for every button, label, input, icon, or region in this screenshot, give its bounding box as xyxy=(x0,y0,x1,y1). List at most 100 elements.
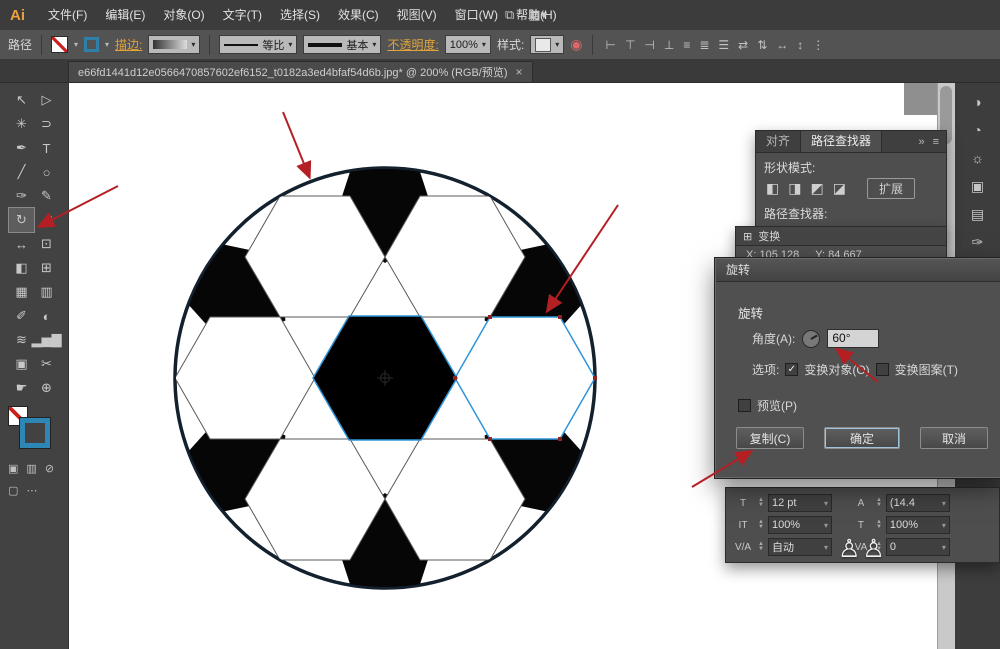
distribute-horizontal-icon[interactable]: ≡ xyxy=(683,38,690,52)
edit-menu[interactable]: 编辑(E) xyxy=(96,0,154,30)
align-center-icon[interactable]: ⊤ xyxy=(625,38,635,52)
style-dropdown[interactable]: ▾ xyxy=(530,35,564,54)
toolbar-more-icon[interactable]: ⋯ xyxy=(26,484,37,497)
transform-horizontal-icon[interactable]: ↔ xyxy=(776,38,788,52)
transform-pattern-label[interactable]: 变换图案(T) xyxy=(895,361,958,378)
rotate-dialog-title[interactable]: 旋转 xyxy=(716,259,1000,282)
exclude-icon[interactable]: ◪ xyxy=(833,180,846,197)
gradient-tool[interactable]: ▥ xyxy=(34,280,59,304)
preview-label[interactable]: 预览(P) xyxy=(757,397,797,414)
stepper-icon[interactable]: ▲▼ xyxy=(876,498,882,508)
copy-button[interactable]: 复制(C) xyxy=(736,427,804,449)
pencil-tool[interactable]: ✎ xyxy=(34,184,59,208)
unite-icon[interactable]: ◧ xyxy=(766,180,779,197)
shape-builder-tool[interactable]: ◧ xyxy=(9,256,34,280)
none-fill-icon[interactable]: ⊘ xyxy=(45,462,54,475)
transform-object-label[interactable]: 变换对象(O) xyxy=(804,361,869,378)
align-left-icon[interactable]: ⊢ xyxy=(606,38,616,52)
expand-button[interactable]: 扩展 xyxy=(867,178,915,199)
zoom-tool[interactable]: ⊕ xyxy=(34,376,59,400)
line-segment-tool[interactable]: ╱ xyxy=(9,160,34,184)
gradient-fill-icon[interactable]: ▥ xyxy=(26,462,36,475)
slice-tool[interactable]: ✂ xyxy=(34,352,59,376)
paintbrush-tool[interactable]: ✑ xyxy=(9,184,34,208)
hand-tool[interactable]: ☛ xyxy=(9,376,34,400)
pen-tool[interactable]: ✒ xyxy=(9,136,34,160)
column-graph-tool[interactable]: ▂▅▇ xyxy=(34,328,59,352)
transform-object-checkbox[interactable]: ✓ xyxy=(785,363,798,376)
stepper-icon[interactable]: ▲▼ xyxy=(758,542,764,552)
character-value-field[interactable]: 12 pt▾ xyxy=(768,494,832,512)
character-value-field[interactable]: 0▾ xyxy=(886,538,950,556)
intersect-icon[interactable]: ◩ xyxy=(810,180,823,197)
bridge-icon[interactable]: ⧉ xyxy=(505,7,514,23)
swap-vertical-icon[interactable]: ⇅ xyxy=(757,38,767,52)
fill-dropdown-icon[interactable]: ▾ xyxy=(74,40,78,49)
close-tab-icon[interactable]: × xyxy=(516,65,523,79)
cancel-button[interactable]: 取消 xyxy=(920,427,988,449)
stepper-icon[interactable]: ▲▼ xyxy=(758,498,764,508)
color-fill-icon[interactable]: ▣ xyxy=(8,462,18,475)
opacity-dropdown[interactable]: 100%▾ xyxy=(445,35,491,54)
transform-pattern-checkbox[interactable] xyxy=(876,363,889,376)
effect-menu[interactable]: 效果(C) xyxy=(329,0,388,30)
object-menu[interactable]: 对象(O) xyxy=(154,0,213,30)
angle-input[interactable]: 60° xyxy=(827,329,879,348)
stroke-swatch[interactable] xyxy=(84,37,99,52)
distribute-vertical-icon[interactable]: ≣ xyxy=(699,38,709,52)
selection-tool[interactable]: ↖ xyxy=(9,88,34,112)
scale-tool[interactable]: ◿ xyxy=(34,208,59,232)
transform-vertical-icon[interactable]: ↕ xyxy=(797,38,803,52)
recolor-artwork-icon[interactable]: ◉ xyxy=(570,36,582,53)
perspective-grid-tool[interactable]: ⊞ xyxy=(34,256,59,280)
minus-front-icon[interactable]: ◨ xyxy=(788,180,801,197)
stroke-color-swatch[interactable] xyxy=(20,418,50,448)
screen-mode-icon[interactable]: ▢ xyxy=(8,484,18,497)
magic-wand-tool[interactable]: ✳ xyxy=(9,112,34,136)
align-bottom-icon[interactable]: ⊥ xyxy=(664,38,674,52)
tab-pathfinder[interactable]: 路径查找器 xyxy=(800,131,882,152)
type-tool[interactable]: T xyxy=(34,136,59,160)
stepper-icon[interactable]: ▲▼ xyxy=(758,520,764,530)
free-transform-tool[interactable]: ⊡ xyxy=(34,232,59,256)
type-menu[interactable]: 文字(T) xyxy=(214,0,271,30)
stroke-dropdown-icon[interactable]: ▾ xyxy=(105,40,109,49)
panel-menu-icon[interactable]: ≡ xyxy=(933,136,939,148)
fill-swatch[interactable] xyxy=(51,36,68,53)
swap-horizontal-icon[interactable]: ⇄ xyxy=(738,38,748,52)
width-profile-dropdown[interactable]: 等比▾ xyxy=(219,35,297,54)
preview-checkbox[interactable] xyxy=(738,399,751,412)
symbol-sprayer-tool[interactable]: ≋ xyxy=(9,328,34,352)
ok-button[interactable]: 确定 xyxy=(824,427,900,449)
tab-align[interactable]: 对齐 xyxy=(756,131,800,152)
more-options-icon[interactable]: ⋮ xyxy=(812,38,824,52)
document-tab[interactable]: e66fd1441d12e0566470857602ef6152_t0182a3… xyxy=(68,61,533,82)
character-value-field[interactable]: 100%▾ xyxy=(886,516,950,534)
file-menu[interactable]: 文件(F) xyxy=(39,0,96,30)
width-tool[interactable]: ↔ xyxy=(9,232,34,256)
character-value-field[interactable]: (14.4▾ xyxy=(886,494,950,512)
window-menu[interactable]: 窗口(W) xyxy=(446,0,507,30)
stepper-icon[interactable]: ▲▼ xyxy=(876,520,882,530)
direct-selection-tool[interactable]: ▷ xyxy=(34,88,59,112)
select-menu[interactable]: 选择(S) xyxy=(271,0,329,30)
stroke-label-link[interactable]: 描边: xyxy=(115,36,142,53)
angle-dial-icon[interactable] xyxy=(802,330,820,348)
eyedropper-tool[interactable]: ✐ xyxy=(9,304,34,328)
brush-definition-dropdown[interactable]: 基本▾ xyxy=(303,35,381,54)
mesh-tool[interactable]: ▦ xyxy=(9,280,34,304)
transform-panel-header[interactable]: ⊞ 变换 xyxy=(736,227,946,246)
lasso-tool[interactable]: ⊃ xyxy=(34,112,59,136)
artboard-tool[interactable]: ▣ xyxy=(9,352,34,376)
rotate-tool[interactable]: ↻ xyxy=(9,208,34,232)
ellipse-tool[interactable]: ○ xyxy=(34,160,59,184)
distribute-spacing-icon[interactable]: ☰ xyxy=(718,38,729,52)
view-menu[interactable]: 视图(V) xyxy=(388,0,446,30)
collapse-panel-icon[interactable]: » xyxy=(918,136,924,148)
stroke-weight-dropdown[interactable]: ▾ xyxy=(148,35,200,54)
blend-tool[interactable]: ◐ xyxy=(34,304,59,328)
opacity-label-link[interactable]: 不透明度: xyxy=(387,36,438,53)
character-value-field[interactable]: 100%▾ xyxy=(768,516,832,534)
align-right-icon[interactable]: ⊣ xyxy=(644,38,654,52)
character-value-field[interactable]: 自动▾ xyxy=(768,538,832,556)
